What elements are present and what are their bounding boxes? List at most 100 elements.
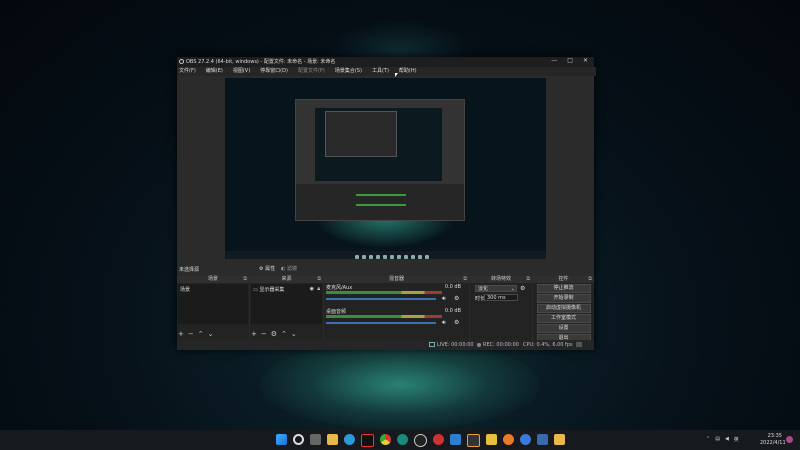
maximize-button[interactable]: □: [567, 57, 573, 64]
record-icon: [477, 343, 481, 347]
move-down-icon[interactable]: ⌄: [208, 330, 214, 338]
duration-field[interactable]: 300 ms: [484, 294, 518, 301]
menu-edit[interactable]: 编辑(E): [206, 67, 223, 76]
menu-tools[interactable]: 工具(T): [372, 67, 389, 76]
cpu-fps: CPU: 0.4%, 6.00 fps: [523, 342, 573, 348]
sources-list[interactable]: ▭ 显示器采集 ◉ 🔒︎: [251, 284, 322, 324]
dock-float-icon[interactable]: ⧉: [463, 276, 467, 283]
controls-dock-header: 控件 ⧉: [533, 276, 594, 283]
transition-select[interactable]: 淡化 ⌄: [475, 285, 517, 292]
status-bar: LIVE: 00:00:00 REC: 00:00:00 CPU: 0.4%, …: [177, 340, 594, 350]
menu-profile[interactable]: 配置文件(P): [298, 67, 325, 76]
remove-scene-button[interactable]: −: [188, 330, 194, 338]
filters-button[interactable]: ◐ 滤镜: [281, 265, 297, 272]
app-icon-1[interactable]: [486, 434, 497, 445]
speaker-icon[interactable]: 🔊︎: [442, 319, 446, 327]
list-item[interactable]: ▭ 显示器采集 ◉ 🔒︎: [251, 284, 322, 295]
mixer-dock: 混音器 ⧉ 麦克风/Aux 0.0 dB 🔊︎ ⚙ 桌面音频 0.0 dB 🔊︎…: [324, 276, 469, 340]
edge-dev-icon[interactable]: [397, 434, 408, 445]
studio-mode-button[interactable]: 工作室模式: [536, 314, 591, 323]
live-indicator-icon: [429, 342, 435, 347]
menu-bar: 文件(F) 编辑(E) 视图(V) 停靠窗口(D) 配置文件(P) 场景集合(S…: [177, 67, 596, 76]
menu-view[interactable]: 视图(V): [233, 67, 250, 76]
lock-icon[interactable]: 🔒︎: [317, 286, 320, 292]
menu-scene-collection[interactable]: 场景集合(S): [335, 67, 362, 76]
app-icon-2[interactable]: [503, 434, 514, 445]
search-icon[interactable]: [293, 434, 304, 445]
start-virtual-camera-button[interactable]: 启动虚拟摄像机: [536, 304, 591, 313]
live-timer: LIVE: 00:00:00: [437, 342, 474, 348]
network-status-icon: [576, 342, 582, 347]
mixer-dock-header: 混音器 ⧉: [324, 276, 469, 283]
add-scene-button[interactable]: +: [178, 330, 184, 338]
settings-button[interactable]: 设置: [536, 324, 591, 333]
transitions-dock-header: 转场特效 ⧉: [470, 276, 532, 283]
notification-icon[interactable]: [786, 436, 793, 443]
volume-icon[interactable]: ◀︎: [725, 436, 729, 443]
gear-icon[interactable]: ⚙: [454, 319, 459, 326]
clock-time: 23:35: [767, 433, 782, 439]
folder-icon[interactable]: [327, 434, 338, 445]
properties-button[interactable]: ⚙ 属性: [259, 265, 275, 272]
app-icon-4[interactable]: [554, 434, 565, 445]
taskbar-clock[interactable]: 23:35 2022/4/11: [760, 433, 786, 447]
vscode-icon[interactable]: [450, 434, 461, 445]
gear-icon[interactable]: ⚙: [520, 285, 525, 292]
preview-canvas[interactable]: [225, 78, 546, 259]
start-recording-button[interactable]: 开始录制: [536, 294, 591, 303]
windows-start-icon[interactable]: [276, 434, 287, 445]
network-icon[interactable]: ▤: [715, 436, 720, 443]
obs-icon-2[interactable]: [433, 434, 444, 445]
list-item[interactable]: 场景: [178, 284, 248, 295]
mixer-channel: 麦克风/Aux 0.0 dB 🔊︎ ⚙: [324, 284, 469, 308]
close-button[interactable]: ✕: [583, 57, 588, 64]
chevron-up-icon[interactable]: ⌃: [706, 436, 710, 443]
g-app-icon[interactable]: [467, 434, 480, 447]
dock-float-icon[interactable]: ⧉: [526, 276, 530, 283]
monitor-icon: ▭: [253, 287, 258, 293]
speaker-icon[interactable]: 🔊︎: [442, 295, 446, 303]
dock-float-icon[interactable]: ⧉: [317, 276, 321, 283]
remove-source-button[interactable]: −: [261, 330, 267, 338]
sources-dock-title: 来源: [281, 276, 292, 282]
gear-icon[interactable]: ⚙: [271, 330, 277, 338]
nested-obs-preview: [295, 99, 465, 221]
tiktok-icon[interactable]: [361, 434, 374, 447]
transitions-dock: 转场特效 ⧉ 淡化 ⌄ ⚙ 时长 300 ms: [470, 276, 532, 340]
chrome-icon[interactable]: [380, 434, 391, 445]
channel-db: 0.0 dB: [444, 308, 461, 314]
visibility-eye-icon[interactable]: ◉: [310, 286, 314, 292]
volume-slider[interactable]: [326, 298, 436, 300]
add-source-button[interactable]: +: [251, 330, 257, 338]
move-down-icon[interactable]: ⌄: [291, 330, 297, 338]
stop-streaming-button[interactable]: 停止推流: [536, 284, 591, 293]
dock-row: 场景 ⧉ 场景 + − ⌃ ⌄ 来源 ⧉ ▭ 显示器采集 ◉ 🔒︎ + − ⚙ …: [177, 276, 594, 350]
menu-help[interactable]: 帮助(H): [399, 67, 417, 76]
obs-icon[interactable]: [414, 434, 427, 447]
channel-db: 0.0 dB: [444, 284, 461, 290]
no-source-label: 未选择源: [179, 267, 200, 273]
file-explorer-icon[interactable]: [310, 434, 321, 445]
scenes-list[interactable]: 场景: [178, 284, 248, 324]
desktop-wallpaper-glow: [260, 340, 540, 430]
dock-float-icon[interactable]: ⧉: [243, 276, 247, 283]
source-name: 显示器采集: [259, 287, 285, 293]
gear-icon[interactable]: ⚙: [454, 295, 459, 302]
mouse-cursor: [395, 73, 398, 77]
move-up-icon[interactable]: ⌃: [198, 330, 204, 338]
minimize-button[interactable]: —: [551, 57, 557, 64]
dock-float-icon[interactable]: ⧉: [588, 276, 592, 283]
menu-file[interactable]: 文件(F): [179, 67, 196, 76]
move-up-icon[interactable]: ⌃: [281, 330, 287, 338]
scenes-dock: 场景 ⧉ 场景 + − ⌃ ⌄: [177, 276, 249, 340]
title-bar[interactable]: OBS 27.2.4 (64-bit, windows) - 配置文件: 未命名…: [177, 57, 594, 67]
volume-slider[interactable]: [326, 322, 436, 324]
steam-icon[interactable]: [537, 434, 548, 445]
system-tray: ⌃ ▤ ◀︎ 英: [706, 436, 739, 443]
app-icon-3[interactable]: [520, 434, 531, 445]
menu-docks[interactable]: 停靠窗口(D): [260, 67, 288, 76]
nested-meter: [356, 194, 406, 196]
input-language[interactable]: 英: [734, 436, 739, 443]
edge-icon[interactable]: [344, 434, 355, 445]
channel-name: 桌面音频: [326, 309, 347, 315]
